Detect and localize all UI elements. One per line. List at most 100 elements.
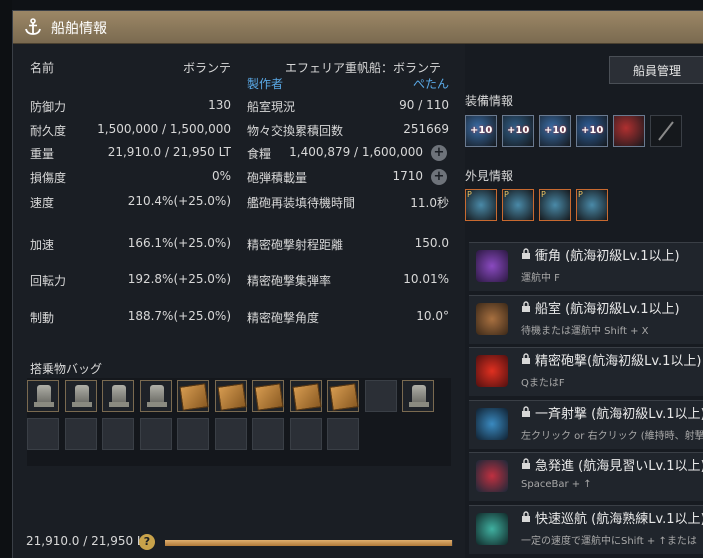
stat-accuracy-value: 10.01% — [403, 272, 449, 286]
stat-cabin-value: 90 / 110 — [399, 98, 449, 112]
add-ammo-button[interactable]: + — [431, 169, 447, 185]
cannon-tower-item-icon — [71, 385, 92, 407]
help-icon[interactable]: ? — [139, 534, 155, 550]
bag-slot[interactable] — [289, 380, 322, 412]
stat-defense-label: 防御力 — [30, 100, 67, 114]
cannon-icon[interactable]: +10 — [502, 115, 534, 147]
add-food-button[interactable]: + — [431, 145, 447, 161]
sail-icon[interactable]: +10 — [576, 115, 608, 147]
maker-name: ぺたん — [412, 77, 449, 91]
empty-slot-icon[interactable] — [650, 115, 682, 147]
bag-slot-empty[interactable] — [214, 418, 247, 450]
lock-icon — [521, 353, 531, 364]
trade-crate-item-icon — [216, 383, 247, 411]
stat-durability-label: 耐久度 — [30, 124, 67, 138]
ship-skill-row[interactable]: 急発進 (航海見習いLv.1以上) SpaceBar + ↑ — [469, 452, 703, 501]
ship-full-name: エフェリア重帆船：ボランテ — [285, 61, 442, 75]
bag-slot-empty[interactable] — [327, 418, 359, 450]
stat-speed-label: 速度 — [30, 196, 55, 210]
stat-weight-label: 重量 — [30, 147, 55, 161]
enhance-level-badge: +10 — [470, 125, 493, 136]
bag-slot[interactable] — [214, 380, 247, 412]
bag-slot[interactable] — [177, 380, 209, 412]
plating-icon[interactable]: +10 — [539, 115, 571, 147]
pearl-badge: P — [578, 190, 583, 199]
bag-slot[interactable] — [402, 380, 434, 412]
stat-barter-label: 物々交換累積回数 — [247, 124, 344, 138]
stat-range-label: 精密砲撃射程距離 — [247, 238, 344, 252]
bag-weight-text: 21,910.0 / 21,950 LT — [26, 534, 150, 548]
sail-skin-icon[interactable]: P — [576, 189, 608, 221]
figurehead-skin-icon[interactable]: P — [502, 189, 534, 221]
skill-keybind: SpaceBar + ↑ — [521, 479, 592, 490]
skill-name: 衝角 (航海初級Lv.1以上) — [535, 249, 680, 264]
bag-slot[interactable] — [64, 380, 97, 412]
ship-name: ボランテ — [182, 61, 231, 75]
bag-slot[interactable] — [327, 380, 359, 412]
bag-slot-empty[interactable] — [27, 418, 59, 450]
bag-slot[interactable] — [252, 380, 284, 412]
ship-skill-row[interactable]: 一斉射撃 (航海初級Lv.1以上) 左クリック or 右クリック (維持時、射撃 — [469, 399, 703, 449]
cannon-tower-item-icon — [109, 385, 129, 407]
stat-braking-label: 制動 — [30, 311, 55, 325]
stat-weight-value: 21,910.0 / 21,950 LT — [107, 145, 231, 159]
appearance-title: 外見情報 — [465, 169, 514, 183]
bag-slot-empty[interactable] — [289, 418, 322, 450]
stat-ammo-value: 1710 — [392, 169, 423, 183]
bag-slot-empty[interactable] — [252, 418, 284, 450]
crew-management-button[interactable]: 船員管理 — [609, 56, 703, 84]
skill-keybind: 一定の速度で運航中にShift + ↑または — [521, 535, 697, 547]
stat-reload-value: 11.0秒 — [410, 196, 449, 210]
skill-name: 快速巡航 (航海熟練Lv.1以上) — [535, 511, 703, 527]
pearl-badge: P — [467, 190, 472, 199]
ship-stats-panel: 名前 ボランテ エフェリア重帆船：ボランテ 製作者 ぺたん 防御力 130 耐久… — [13, 44, 465, 558]
stat-barter-value: 251669 — [403, 122, 449, 136]
cannon-skin-icon[interactable]: P — [539, 189, 571, 221]
lock-icon — [521, 405, 531, 417]
bag-slot-empty[interactable] — [102, 418, 134, 450]
stat-acceleration-label: 加速 — [30, 238, 55, 252]
ship-skill-row[interactable]: 快速巡航 (航海熟練Lv.1以上) 一定の速度で運航中にShift + ↑または — [469, 504, 703, 554]
bag-slot-empty[interactable] — [139, 418, 172, 450]
crew-emblem-icon[interactable] — [613, 115, 645, 147]
bag-slot[interactable] — [364, 380, 397, 412]
bag-slot-empty[interactable] — [64, 418, 97, 450]
title-bar[interactable]: 船舶情報 — [13, 11, 703, 44]
bag-slot-empty[interactable] — [177, 418, 209, 450]
stat-turning-value: 192.8%(+25.0%) — [127, 272, 231, 286]
skill-keybind: 待機または運航中 Shift + X — [521, 325, 649, 337]
cannon-tower-item-icon — [146, 385, 167, 407]
hull-skin-icon[interactable]: P — [465, 189, 497, 221]
stat-food-label: 食糧 — [247, 147, 272, 161]
bag-slot[interactable] — [27, 380, 59, 412]
weight-bar — [165, 540, 453, 546]
broadside-skill-icon — [476, 407, 508, 440]
skill-keybind: 左クリック or 右クリック (維持時、射撃 — [521, 430, 703, 442]
stat-accuracy-label: 精密砲撃集弾率 — [247, 274, 332, 288]
ship-skill-row[interactable]: 船室 (航海初級Lv.1以上) 待機または運航中 Shift + X — [469, 294, 703, 344]
enhance-level-badge: +10 — [544, 125, 567, 136]
bow-ornament-icon[interactable]: +10 — [465, 115, 497, 147]
ship-skill-row[interactable]: 衝角 (航海初級Lv.1以上) 運航中 F — [469, 242, 703, 291]
precision-shot-skill-icon — [476, 355, 508, 387]
bag-slot[interactable] — [139, 380, 172, 412]
stat-ammo-label: 砲弾積載量 — [247, 171, 308, 185]
trade-crate-item-icon — [329, 383, 359, 411]
maker-label: 製作者 — [247, 77, 284, 91]
skill-name: 精密砲撃(航海初級Lv.1以上) — [535, 354, 702, 369]
lock-icon — [521, 458, 531, 469]
trade-crate-item-icon — [291, 383, 322, 411]
lock-icon — [521, 300, 531, 312]
ram-skill-icon — [476, 250, 508, 282]
stat-damage-value: 0% — [211, 169, 231, 183]
stat-acceleration-value: 166.1%(+25.0%) — [127, 236, 231, 250]
stat-braking-value: 188.7%(+25.0%) — [127, 309, 231, 323]
stat-defense-value: 130 — [208, 98, 231, 112]
lock-icon — [521, 248, 531, 259]
stat-angle-value: 10.0° — [416, 309, 449, 323]
bag-slot[interactable] — [102, 380, 134, 412]
ship-skill-row[interactable]: 精密砲撃(航海初級Lv.1以上) QまたはF — [469, 347, 703, 396]
stat-angle-label: 精密砲撃角度 — [247, 311, 320, 325]
trade-crate-item-icon — [254, 383, 284, 411]
skill-keybind: 運航中 F — [521, 273, 560, 284]
